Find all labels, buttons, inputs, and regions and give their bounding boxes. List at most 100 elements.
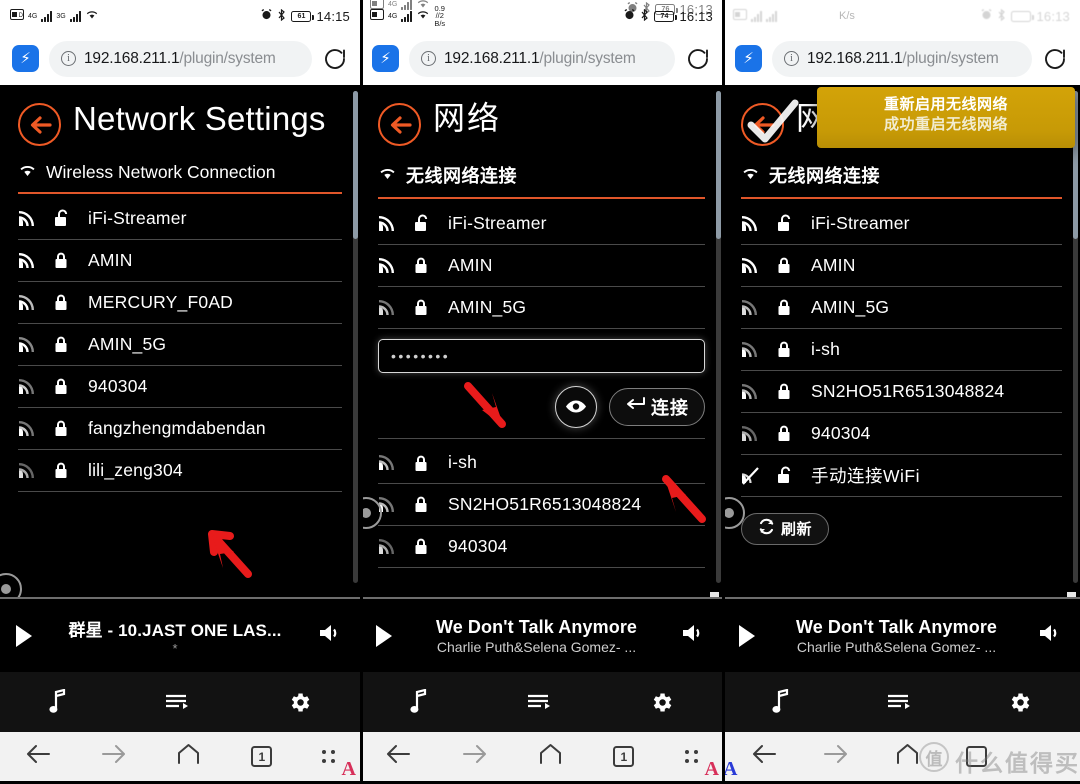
bluetooth-icon-ghost (642, 1, 651, 17)
back-arrow-icon[interactable] (25, 743, 51, 770)
tab-count-icon[interactable]: 1 (251, 746, 273, 767)
network-row[interactable]: AMIN (741, 245, 1062, 287)
browser-logo-icon[interactable]: ⚡ (12, 45, 39, 72)
network-row[interactable]: AMIN_5G (741, 287, 1062, 329)
network-row[interactable]: i-sh (741, 329, 1062, 371)
network-row[interactable]: MERCURY_F0AD (18, 282, 342, 324)
battery-icon: 74 (654, 10, 677, 22)
tab-count-icon[interactable]: 1 (613, 746, 635, 767)
url-input[interactable]: i 192.168.211.1/plugin/system (49, 40, 312, 77)
player-bar[interactable]: We Don't Talk Anymore Charlie Puth&Selen… (723, 597, 1080, 672)
page-info-icon[interactable]: i (421, 51, 436, 66)
url-input[interactable]: i 192.168.211.1/plugin/system (409, 40, 675, 77)
menu-dots-icon[interactable] (322, 750, 336, 763)
enter-key-icon (625, 396, 645, 417)
wifi-icon (18, 162, 37, 183)
wifi-signal-icon (18, 419, 54, 438)
gear-icon[interactable] (1007, 690, 1032, 715)
wifi-signal-icon (378, 298, 414, 317)
forward-arrow-icon[interactable] (101, 743, 127, 770)
net-speed-unit: K/s (839, 9, 855, 22)
back-arrow-icon[interactable] (385, 743, 411, 770)
network-ssid: lili_zeng304 (88, 459, 183, 480)
gear-icon[interactable] (649, 690, 674, 715)
lock-open-icon (54, 209, 88, 227)
play-icon[interactable] (739, 624, 755, 647)
password-input[interactable]: •••••••• (378, 338, 705, 373)
music-note-icon[interactable] (409, 689, 429, 715)
volume-icon[interactable] (1038, 622, 1064, 649)
page-info-icon[interactable]: i (61, 51, 76, 66)
network-row[interactable]: lili_zeng304 (18, 450, 342, 492)
network-row[interactable]: 940304 (378, 526, 705, 568)
network-row[interactable]: iFi-Streamer (378, 199, 705, 245)
refresh-button[interactable]: 刷新 (741, 512, 829, 545)
scrollbar-track[interactable] (353, 91, 358, 583)
reload-icon[interactable] (322, 46, 348, 72)
network-row[interactable]: 940304 (18, 366, 342, 408)
reload-icon[interactable] (1042, 46, 1068, 72)
scrollbar-track[interactable] (716, 91, 721, 583)
alarm-icon (261, 8, 272, 23)
status-bar: K/s 16:13 (723, 0, 1080, 32)
network-row[interactable]: 940304 (741, 413, 1062, 455)
player-bar[interactable]: 群星 - 10.JAST ONE LAS... * (0, 597, 360, 672)
network-row[interactable]: fangzhengmdabendan (18, 408, 342, 450)
network-row[interactable]: AMIN_5G (378, 287, 705, 329)
browser-logo-icon[interactable]: ⚡ (372, 45, 399, 72)
eye-icon[interactable] (555, 385, 597, 428)
connect-button[interactable]: 连接 (609, 387, 705, 426)
menu-dots-icon[interactable] (684, 750, 698, 763)
status-bar: D 4G 3G 61 14:15 (0, 0, 360, 32)
volume-icon[interactable] (681, 622, 707, 649)
watermark-letter: A (341, 758, 356, 780)
lightning-glyph: ⚡ (380, 50, 391, 67)
home-icon[interactable] (176, 743, 201, 770)
wifi-icon-ghost (416, 0, 430, 12)
url-host: 192.168.211.1 (807, 49, 903, 67)
network-ssid: iFi-Streamer (88, 207, 187, 228)
forward-arrow-icon[interactable] (462, 743, 488, 770)
network-row[interactable]: SN2HO51R6513048824 (741, 371, 1062, 413)
back-arrow-icon[interactable] (751, 743, 777, 770)
play-icon[interactable] (16, 624, 32, 647)
network-row-manual[interactable]: 手动连接WiFi (741, 455, 1062, 497)
network-row[interactable]: AMIN (18, 240, 342, 282)
url-text: 192.168.211.1/plugin/system (84, 50, 276, 68)
app-header: 网络 (360, 85, 723, 146)
signal-bars-icon-ghost (401, 0, 413, 11)
playlist-icon[interactable] (886, 692, 912, 712)
browser-logo-icon[interactable]: ⚡ (735, 45, 762, 72)
lock-closed-icon (777, 424, 811, 442)
tab-count-icon[interactable] (966, 746, 987, 767)
lock-closed-icon (54, 461, 88, 479)
back-arrow-icon[interactable] (18, 103, 61, 146)
gear-icon[interactable] (287, 690, 312, 715)
back-arrow-icon[interactable] (378, 103, 421, 146)
home-icon[interactable] (538, 743, 563, 770)
forward-arrow-icon[interactable] (823, 743, 849, 770)
network-row[interactable]: AMIN (378, 245, 705, 287)
wifi-signal-icon (741, 382, 777, 401)
url-input[interactable]: i 192.168.211.1/plugin/system (772, 40, 1032, 77)
volume-icon[interactable] (318, 622, 344, 649)
connect-button-label: 连接 (651, 397, 689, 418)
playlist-icon[interactable] (164, 692, 190, 712)
playlist-icon[interactable] (526, 692, 552, 712)
reload-icon[interactable] (685, 46, 711, 72)
track-title: We Don't Talk Anymore (795, 616, 998, 637)
annotation-arrow-connect (662, 475, 706, 523)
url-host: 192.168.211.1 (84, 49, 180, 67)
player-bar[interactable]: We Don't Talk Anymore Charlie Puth&Selen… (360, 597, 723, 672)
scrollbar-track[interactable] (1073, 91, 1078, 583)
home-icon[interactable] (895, 743, 920, 770)
music-note-icon[interactable] (48, 689, 68, 715)
network-row[interactable]: iFi-Streamer (741, 199, 1062, 245)
network-row[interactable]: AMIN_5G (18, 324, 342, 366)
music-note-icon[interactable] (771, 689, 791, 715)
page-info-icon[interactable]: i (784, 51, 799, 66)
track-title: 群星 - 10.JAST ONE LAS... (68, 620, 282, 640)
play-icon[interactable] (376, 624, 392, 647)
annotation-arrow (208, 530, 252, 578)
network-row[interactable]: iFi-Streamer (18, 194, 342, 240)
